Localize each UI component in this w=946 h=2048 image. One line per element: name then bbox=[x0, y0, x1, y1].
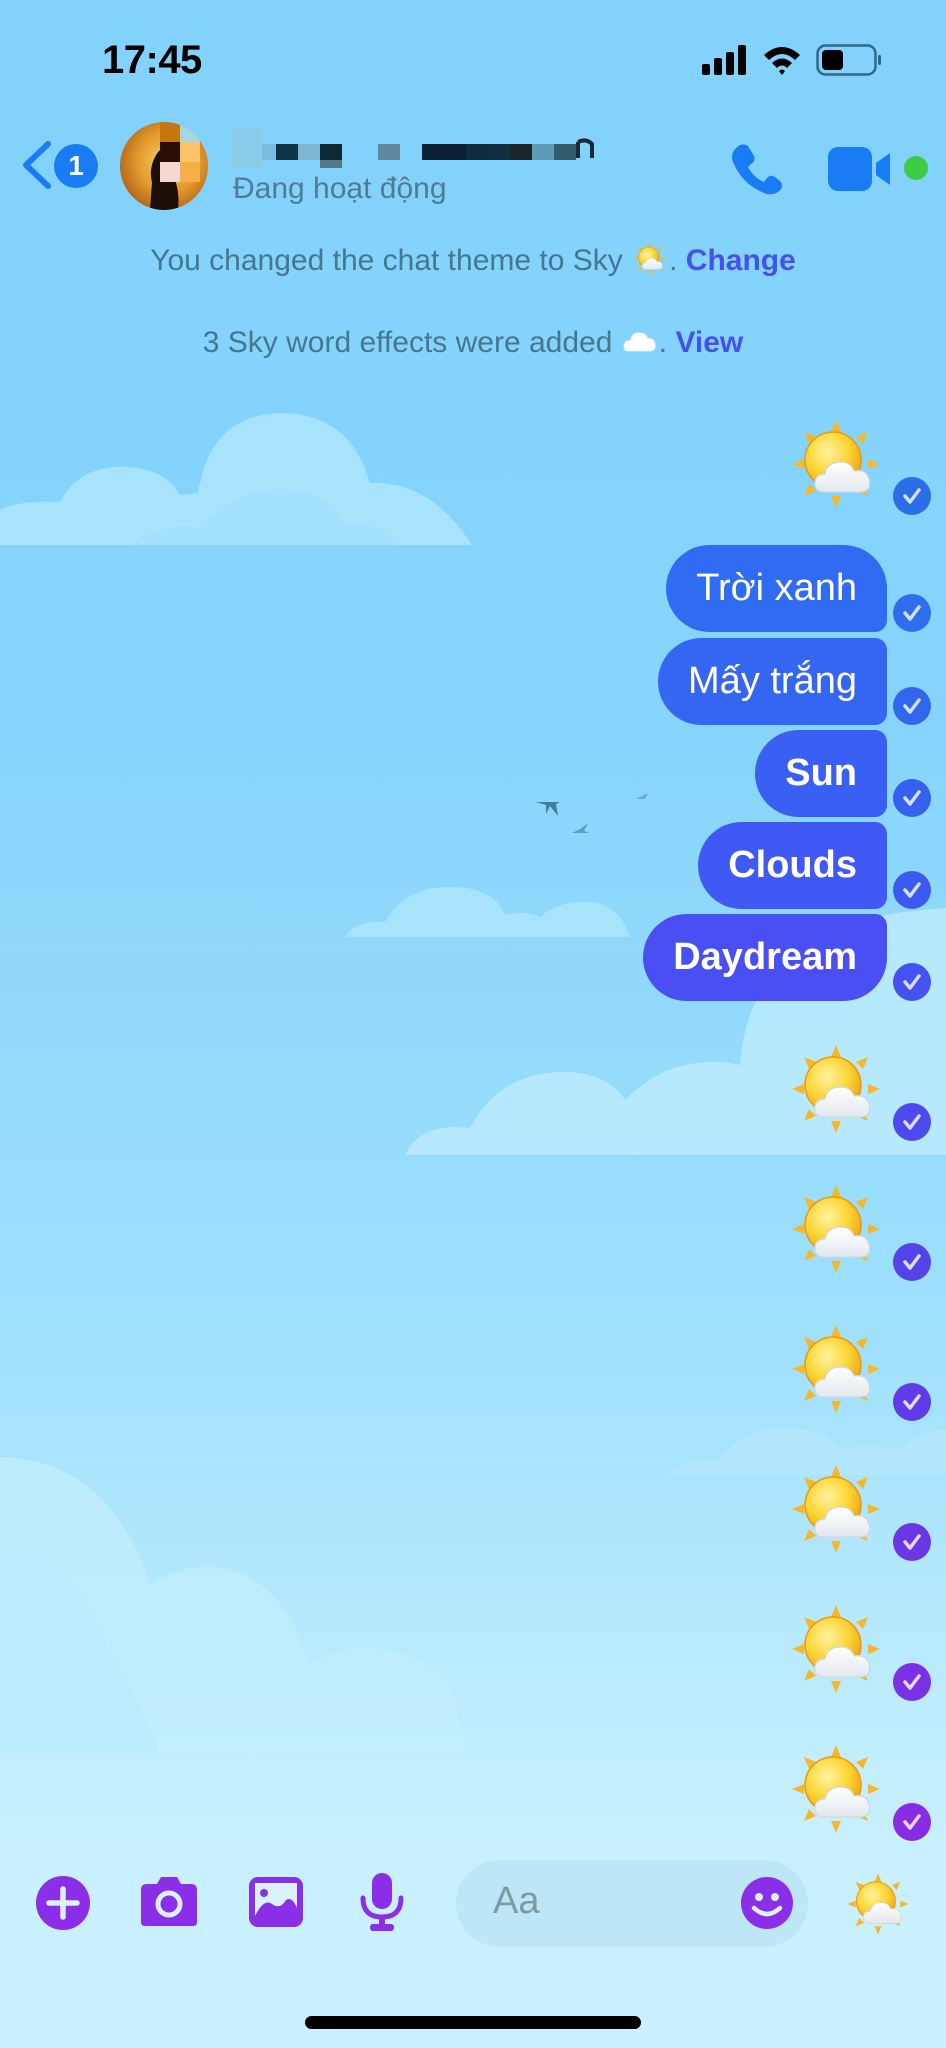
sun-behind-cloud-icon bbox=[791, 419, 881, 509]
video-camera-icon bbox=[828, 147, 890, 191]
read-receipt-check bbox=[893, 594, 931, 632]
message-bubble[interactable]: Trời xanh bbox=[666, 545, 887, 632]
sun-behind-cloud-icon bbox=[791, 1464, 881, 1554]
message-bubble[interactable]: Daydream bbox=[643, 914, 887, 1001]
sun-behind-cloud-icon bbox=[633, 242, 667, 276]
emoji-message-sun-behind-cloud[interactable] bbox=[790, 1043, 882, 1135]
check-icon bbox=[903, 1394, 921, 1410]
sun-behind-cloud-icon bbox=[791, 1604, 881, 1694]
read-receipt-check bbox=[893, 963, 931, 1001]
plus-icon bbox=[36, 1876, 90, 1930]
message-text: Sun bbox=[785, 752, 857, 794]
bird-decoration bbox=[536, 800, 562, 823]
online-indicator bbox=[904, 156, 928, 180]
phone-icon bbox=[732, 144, 782, 195]
system-message-text: 3 Sky word effects were added bbox=[202, 326, 613, 359]
sun-behind-cloud-icon bbox=[791, 1324, 881, 1414]
read-receipt-check bbox=[893, 871, 931, 909]
emoji-message-sun-behind-cloud[interactable] bbox=[790, 1183, 882, 1275]
read-receipt-check bbox=[893, 779, 931, 817]
read-receipt-check bbox=[893, 1803, 931, 1841]
smiley-icon bbox=[741, 1877, 793, 1929]
message-input-placeholder: Aa bbox=[493, 1880, 540, 1922]
status-icons bbox=[702, 44, 882, 81]
avatar[interactable] bbox=[120, 122, 208, 210]
home-indicator[interactable] bbox=[305, 2016, 641, 2029]
check-icon bbox=[903, 488, 921, 504]
contact-name-redacted[interactable] bbox=[232, 128, 632, 168]
video-call-button[interactable] bbox=[828, 145, 894, 193]
chevron-left-icon bbox=[23, 141, 51, 189]
check-icon bbox=[903, 605, 921, 621]
back-button[interactable] bbox=[18, 140, 54, 190]
cloud-icon bbox=[623, 324, 657, 358]
background-cloud bbox=[0, 400, 480, 545]
system-message-word-effects: 3 Sky word effects were added . View bbox=[202, 324, 744, 359]
quick-reaction-button[interactable] bbox=[846, 1872, 910, 1936]
wifi-icon bbox=[762, 45, 802, 80]
check-icon bbox=[903, 790, 921, 806]
emoji-message-sun-behind-cloud[interactable] bbox=[790, 1603, 882, 1695]
emoji-message-sun-behind-cloud[interactable] bbox=[790, 1323, 882, 1415]
plus-button[interactable] bbox=[34, 1874, 92, 1932]
read-receipt-check bbox=[893, 1243, 931, 1281]
sun-behind-cloud-icon bbox=[791, 1044, 881, 1134]
voice-message-button[interactable] bbox=[358, 1872, 416, 1931]
message-text: Daydream bbox=[673, 936, 857, 978]
camera-button[interactable] bbox=[139, 1876, 197, 1934]
presence-status: Đang hoạt động bbox=[233, 172, 447, 205]
system-message-theme: You changed the chat theme to Sky . Chan… bbox=[150, 242, 796, 277]
image-icon bbox=[249, 1877, 303, 1927]
status-time: 17:45 bbox=[102, 38, 202, 82]
read-receipt-check bbox=[893, 1103, 931, 1141]
read-receipt-check bbox=[893, 687, 931, 725]
gallery-button[interactable] bbox=[248, 1876, 306, 1934]
system-message-text: You changed the chat theme to Sky bbox=[150, 244, 623, 277]
bird-decoration bbox=[572, 822, 590, 840]
read-receipt-check bbox=[893, 1383, 931, 1421]
emoji-message-sun-behind-cloud[interactable] bbox=[790, 1743, 882, 1835]
message-bubble[interactable]: Mấy trắng bbox=[658, 638, 887, 725]
message-text: Trời xanh bbox=[696, 567, 857, 609]
check-icon bbox=[903, 1114, 921, 1130]
background-cloud bbox=[0, 1455, 470, 1755]
sun-behind-cloud-icon bbox=[846, 1872, 910, 1936]
emoji-picker-button[interactable] bbox=[740, 1876, 794, 1930]
message-text: Mấy trắng bbox=[688, 660, 857, 702]
emoji-message-sun-behind-cloud[interactable] bbox=[790, 418, 882, 510]
message-bubble[interactable]: Clouds bbox=[698, 822, 887, 909]
battery-icon bbox=[816, 44, 882, 81]
signal-icon bbox=[702, 45, 748, 80]
sun-behind-cloud-icon bbox=[791, 1744, 881, 1834]
check-icon bbox=[903, 1674, 921, 1690]
sun-behind-cloud-icon bbox=[791, 1184, 881, 1274]
check-icon bbox=[903, 1534, 921, 1550]
unread-badge: 1 bbox=[54, 144, 98, 188]
check-icon bbox=[903, 1254, 921, 1270]
read-receipt-check bbox=[893, 1523, 931, 1561]
message-text: Clouds bbox=[728, 844, 857, 886]
check-icon bbox=[903, 974, 921, 990]
read-receipt-check bbox=[893, 1663, 931, 1701]
read-receipt-check bbox=[893, 477, 931, 515]
emoji-message-sun-behind-cloud[interactable] bbox=[790, 1463, 882, 1555]
phone-call-button[interactable] bbox=[728, 140, 784, 196]
check-icon bbox=[903, 698, 921, 714]
message-bubble[interactable]: Sun bbox=[755, 730, 887, 817]
check-icon bbox=[903, 1814, 921, 1830]
bird-decoration bbox=[636, 788, 648, 806]
camera-icon bbox=[141, 1877, 197, 1926]
microphone-icon bbox=[360, 1873, 404, 1931]
check-icon bbox=[903, 882, 921, 898]
change-theme-link[interactable]: Change bbox=[686, 244, 796, 277]
view-effects-link[interactable]: View bbox=[675, 326, 743, 359]
